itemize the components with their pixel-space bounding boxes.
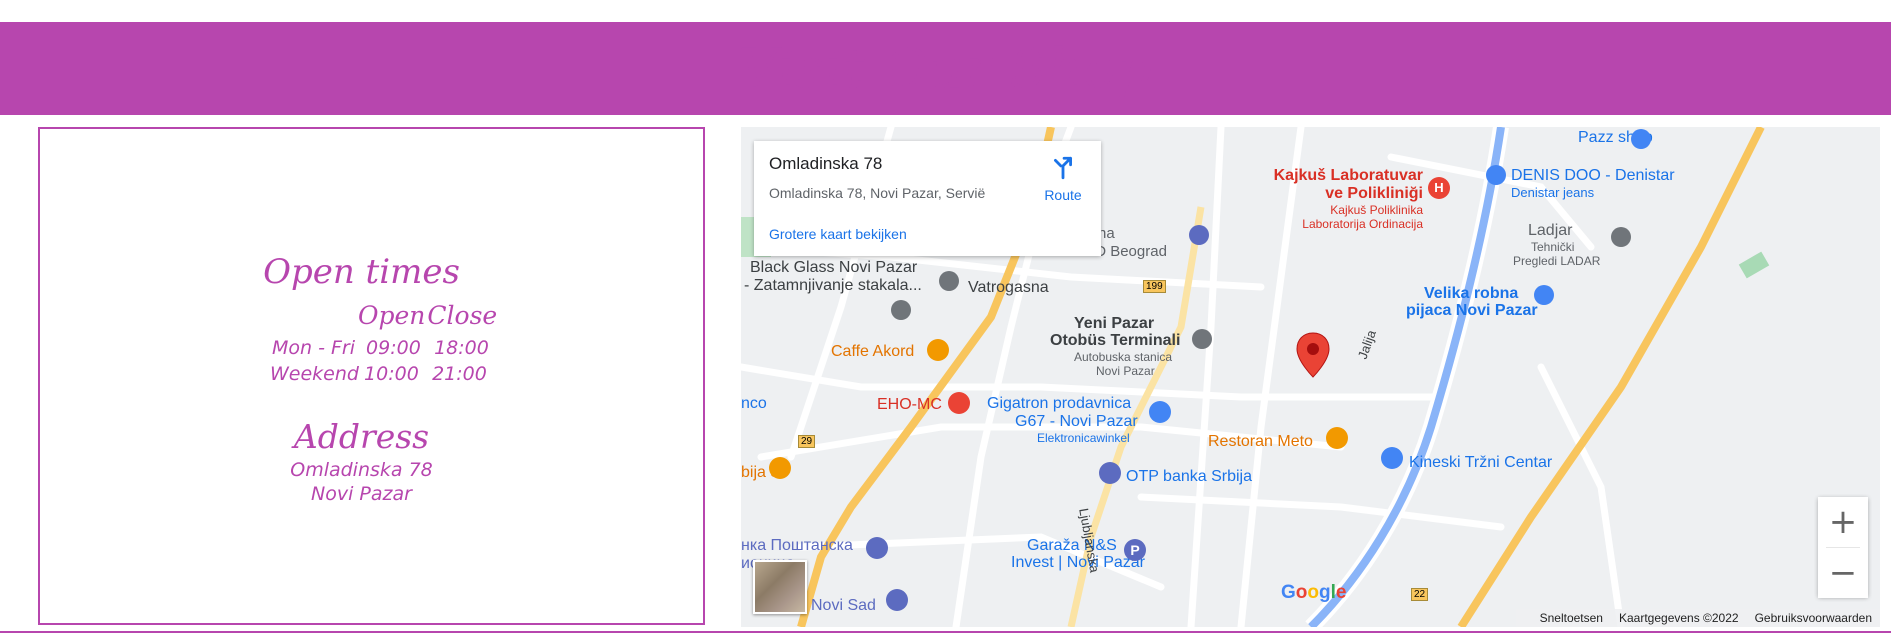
open-close-header: OpenClose [358, 301, 499, 330]
hours-close: 21:00 [432, 363, 487, 385]
pin-icon [1192, 329, 1212, 349]
poi-restoran-meto[interactable]: Restoran Meto [1208, 433, 1313, 451]
poi-kineski[interactable]: Kineski Tržni Centar [1409, 454, 1552, 472]
poi-caffe-akord[interactable]: Caffe Akord [831, 343, 914, 361]
route-button[interactable]: Route [1039, 155, 1087, 203]
pin-icon [891, 300, 911, 320]
page-title: Visit Our Shop [738, 37, 1153, 100]
poi-yeni-pazar2: Otobüs Terminali [1050, 332, 1181, 349]
poi-denis-doo[interactable]: DENIS DOO - Denistar [1511, 167, 1675, 185]
pin-icon [1611, 227, 1631, 247]
bank-icon [866, 537, 888, 559]
poi-gigatron-sub: Elektronicawinkel [1037, 431, 1130, 445]
poi-velika-robna2: pijaca Novi Pazar [1406, 302, 1538, 319]
google-logo: Google [1281, 582, 1347, 603]
hospital-icon: H [1428, 177, 1450, 199]
poi-eho-mc[interactable]: EHO-MC [877, 396, 942, 414]
shopping-bag-icon [1631, 129, 1651, 149]
road-22-shield: 22 [1411, 588, 1429, 601]
coffee-icon [927, 339, 949, 361]
zoom-controls: + − [1818, 497, 1868, 598]
poi-yeni-pazar-sub2: Novi Pazar [1096, 364, 1155, 378]
poi-gigatron[interactable]: Gigatron prodavnica [987, 395, 1131, 413]
hours-row: Mon - Fri 09:00 18:00 [272, 337, 489, 359]
place-address: Omladinska 78, Novi Pazar, Servië [769, 185, 986, 201]
bank-icon [886, 589, 908, 611]
location-marker-icon[interactable] [1296, 332, 1330, 378]
keyboard-shortcuts-link[interactable]: Sneltoetsen [1540, 611, 1603, 625]
poi-velika-robna[interactable]: Velika robna [1424, 285, 1518, 303]
poi-black-glass2: - Zatamnjivanje stakala... [744, 277, 922, 294]
hours-row: Weekend 10:00 21:00 [270, 363, 487, 385]
hours-open: 09:00 [366, 337, 421, 359]
poi-garaza[interactable]: Garaža N&S [1027, 537, 1117, 555]
medical-icon [948, 392, 970, 414]
address-street: Omladinska 78 [290, 459, 433, 481]
poi-novi-sad[interactable]: Novi Sad [811, 597, 876, 615]
open-column-label: Open [358, 301, 426, 330]
hours-days: Mon - Fri [272, 337, 356, 359]
poi-denis-sub: Denistar jeans [1511, 185, 1595, 200]
hours-days: Weekend [270, 363, 359, 385]
zoom-in-button[interactable]: + [1818, 497, 1868, 547]
poi-kajkus-sub: Kajkuš Poliklinika [1330, 203, 1423, 217]
shopping-bag-icon [1486, 165, 1506, 185]
poi-yeni-pazar[interactable]: Yeni Pazar [1074, 315, 1154, 333]
address-city: Novi Pazar [311, 483, 412, 505]
poi-black-glass[interactable]: Black Glass Novi Pazar [750, 259, 917, 277]
place-title: Omladinska 78 [769, 154, 883, 173]
shopping-bag-icon [1381, 447, 1403, 469]
parking-icon: P [1124, 539, 1146, 561]
poi-kajkus-sub2: Laboratorija Ordinacija [1302, 217, 1423, 231]
poi-partial-nco: nco [741, 395, 767, 412]
bank-icon [1189, 225, 1209, 245]
shopping-bag-icon [1534, 285, 1554, 305]
poi-ladjar[interactable]: Ladjar [1528, 222, 1572, 240]
place-info-card: Omladinska 78 Omladinska 78, Novi Pazar,… [754, 141, 1101, 256]
road-199-shield: 199 [1143, 280, 1166, 293]
road-29-shield: 29 [798, 435, 816, 448]
route-label: Route [1044, 187, 1082, 203]
pin-icon [939, 271, 959, 291]
poi-kajkus-title2: ve Polikliniği [1325, 185, 1423, 202]
close-column-label: Close [427, 301, 498, 330]
directions-icon [1054, 156, 1072, 180]
satellite-toggle[interactable] [753, 560, 807, 614]
address-heading: Address [293, 417, 430, 456]
poi-gigatron2: G67 - Novi Pazar [1015, 413, 1138, 430]
terms-link[interactable]: Gebruiksvoorwaarden [1755, 611, 1872, 625]
google-map[interactable]: 199 29 22 Pazz shop DENIS DOO - Denistar… [741, 127, 1880, 627]
poi-otp-banka[interactable]: OTP banka Srbija [1126, 468, 1252, 486]
hours-close: 18:00 [434, 337, 489, 359]
poi-posta[interactable]: нка Поштанска [741, 537, 853, 555]
hours-open: 10:00 [364, 363, 419, 385]
header-banner: Visit Our Shop [0, 22, 1891, 115]
map-footer: Sneltoetsen Kaartgegevens ©2022 Gebruiks… [1515, 609, 1880, 627]
poi-ladjar-sub2: Pregledi LADAR [1513, 254, 1601, 268]
map-data-label: Kaartgegevens ©2022 [1618, 611, 1739, 625]
divider [0, 631, 1891, 633]
poi-ladjar-sub: Tehnički [1531, 240, 1575, 254]
zoom-out-button[interactable]: − [1818, 548, 1868, 598]
hours-panel: Open times OpenClose Mon - Fri 09:00 18:… [38, 127, 705, 625]
restaurant-icon [1326, 427, 1348, 449]
poi-vatrogasna[interactable]: Vatrogasna [968, 279, 1049, 297]
restaurant-icon [769, 457, 791, 479]
poi-kajkus-title[interactable]: Kajkuš Laboratuvar [1251, 167, 1423, 185]
open-times-heading: Open times [263, 252, 460, 292]
shopping-bag-icon [1149, 401, 1171, 423]
poi-yeni-pazar-sub: Autobuska stanica [1074, 350, 1173, 364]
poi-garaza2: Invest | Novi Pazar [1011, 554, 1145, 571]
bank-icon [1099, 462, 1121, 484]
larger-map-link[interactable]: Grotere kaart bekijken [769, 226, 907, 242]
